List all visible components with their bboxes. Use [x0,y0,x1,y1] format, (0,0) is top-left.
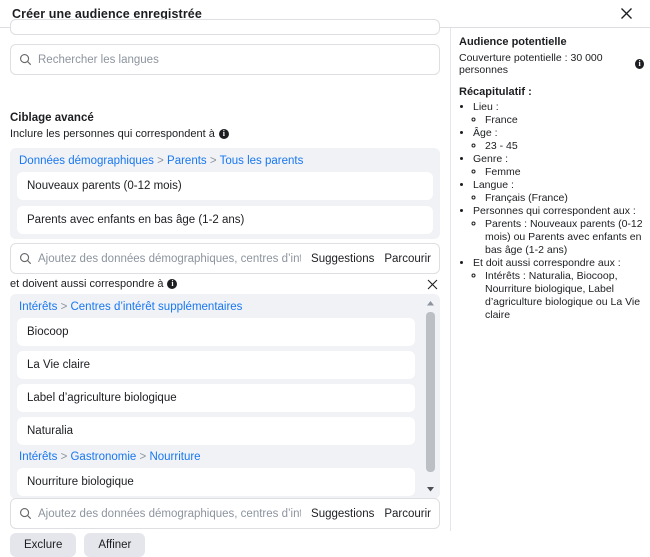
summary-label: Et doit aussi correspondre aux : [473,257,621,269]
browse-button[interactable]: Parcourir [384,253,431,265]
exclude-button[interactable]: Exclure [10,533,77,557]
breadcrumb-separator: > [209,155,217,167]
list-item: Français (France) [485,192,644,205]
breadcrumb-item-0[interactable]: Données démographiques [19,155,154,167]
narrow-search-placeholder: Ajoutez des données démographiques, cent… [38,507,301,520]
narrow-search-input[interactable]: Ajoutez des données démographiques, cent… [10,498,440,529]
summary-sublist: Femme [473,166,644,179]
refine-button[interactable]: Affiner [84,533,146,557]
list-item[interactable]: Biocoop [17,318,415,346]
advanced-targeting-section: Ciblage avancé Inclure les personnes qui… [10,112,440,140]
summary-sublist: France [473,114,644,127]
list-item: Parents : Nouveaux parents (0-12 mois) o… [485,218,644,257]
narrow-audience-row: et doivent aussi correspondre à i [10,276,440,292]
language-search-placeholder: Rechercher les langues [38,53,159,66]
chevron-up-icon[interactable] [425,298,436,309]
breadcrumb: Données démographiques > Parents > Tous … [17,153,433,172]
breadcrumb-item-0[interactable]: Intérêts [19,301,57,313]
info-icon[interactable]: i [635,59,644,69]
search-icon [19,252,32,265]
search-icon [19,507,32,520]
info-icon[interactable]: i [167,279,178,289]
section-title: Ciblage avancé [10,112,94,124]
list-item[interactable]: Nouveaux parents (0-12 mois) [17,172,433,200]
potential-audience-panel: Audience potentielle Couverture potentie… [450,28,650,531]
scrollbar[interactable] [425,298,436,495]
summary-sublist: 23 - 45 [473,140,644,153]
breadcrumb-item-0[interactable]: Intérêts [19,451,57,463]
action-button-row: Exclure Affiner [10,533,146,557]
summary-label: Âge : [473,127,498,139]
list-item: 23 - 45 [485,140,644,153]
list-item[interactable]: Naturalia [17,417,415,445]
breadcrumb-separator: > [157,155,164,167]
remove-narrow-close-icon[interactable] [424,276,440,292]
audience-title: Audience potentielle [459,36,567,48]
include-search-placeholder: Ajoutez des données démographiques, cent… [38,252,301,265]
clipped-field-above [10,19,440,35]
search-icon [19,53,32,66]
narrow-group-content: Intérêts > Centres d’intérêt supplémenta… [17,299,433,496]
summary-sublist: Français (France) [473,192,644,205]
browse-button[interactable]: Parcourir [384,508,431,520]
targeting-panel: Rechercher les langues Ciblage avancé In… [0,19,450,557]
list-item: Et doit aussi correspondre aux : Intérêt… [473,257,644,322]
include-label-row: Inclure les personnes qui correspondent … [10,128,440,140]
include-label: Inclure les personnes qui correspondent … [10,128,215,140]
list-item: Femme [485,166,644,179]
breadcrumb-separator: > [60,301,68,313]
list-item: Langue : Français (France) [473,179,644,205]
list-item[interactable]: Parents avec enfants en bas âge (1-2 ans… [17,206,433,234]
breadcrumb-item-1[interactable]: Gastronomie [70,451,136,463]
narrow-label: et doivent aussi correspondre à [10,278,164,290]
suggestions-button[interactable]: Suggestions [311,508,374,520]
list-item: Lieu : France [473,101,644,127]
breadcrumb-item-2[interactable]: Tous les parents [220,155,304,167]
list-item: Intérêts : Naturalia, Biocoop, Nourritur… [485,270,644,322]
close-icon[interactable] [616,4,636,24]
list-item[interactable]: La Vie claire [17,351,415,379]
breadcrumb-item-2[interactable]: Nourriture [149,451,200,463]
list-item[interactable]: Nourriture biologique [17,468,415,496]
summary-title: Récapitulatif : [459,86,532,98]
breadcrumb-separator: > [60,451,68,463]
summary-label: Personnes qui correspondent aux : [473,205,636,217]
suggestions-button[interactable]: Suggestions [311,253,374,265]
summary-sublist: Parents : Nouveaux parents (0-12 mois) o… [473,218,644,257]
narrow-group-scroll-box[interactable]: Intérêts > Centres d’intérêt supplémenta… [10,294,440,499]
include-group-box: Données démographiques > Parents > Tous … [10,148,440,239]
breadcrumb-item-1[interactable]: Parents [167,155,207,167]
summary-sublist: Intérêts : Naturalia, Biocoop, Nourritur… [473,270,644,322]
language-search-input[interactable]: Rechercher les langues [10,44,440,75]
chevron-down-icon[interactable] [425,484,436,495]
breadcrumb-separator: > [139,451,147,463]
list-item[interactable]: Label d’agriculture biologique [17,384,415,412]
summary-label: Lieu : [473,101,499,113]
breadcrumb-item-1[interactable]: Centres d’intérêt supplémentaires [70,301,242,313]
summary-label: Genre : [473,153,509,165]
dialog-body: Rechercher les langues Ciblage avancé In… [0,19,650,557]
potential-reach-text: Couverture potentielle : 30 000 personne… [459,52,603,76]
summary-list: Lieu : France Âge : 23 - 45 Genre : Femm… [459,101,644,322]
list-item: Personnes qui correspondent aux : Parent… [473,205,644,257]
include-search-input[interactable]: Ajoutez des données démographiques, cent… [10,243,440,274]
narrow-label-row: et doivent aussi correspondre à i [10,278,178,290]
summary-label: Langue : [473,179,514,191]
list-item: France [485,114,644,127]
breadcrumb: Intérêts > Centres d’intérêt supplémenta… [17,299,415,318]
scrollbar-thumb[interactable] [426,312,435,472]
breadcrumb: Intérêts > Gastronomie > Nourriture [17,449,415,468]
list-item: Âge : 23 - 45 [473,127,644,153]
potential-reach-row: Couverture potentielle : 30 000 personne… [459,52,644,76]
list-item: Genre : Femme [473,153,644,179]
info-icon[interactable]: i [218,129,229,139]
